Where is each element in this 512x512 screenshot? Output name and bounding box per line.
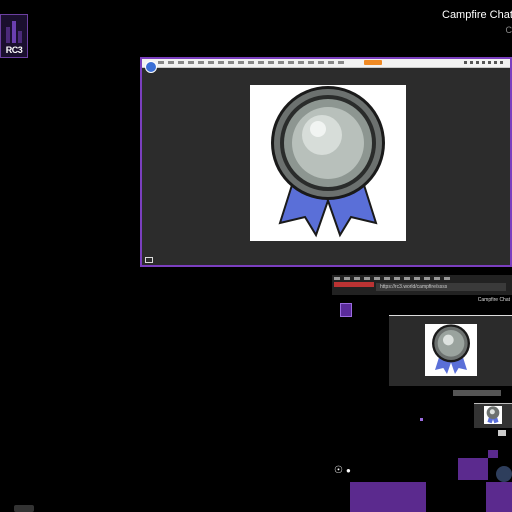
microphone-icon[interactable]: ●: [346, 466, 354, 475]
recursive-fragment: [420, 418, 423, 421]
window-menu-button[interactable]: [145, 61, 157, 73]
nested-browser-bar: https://rc3.world/campfire/ssss: [332, 275, 512, 295]
app-logo[interactable]: RC3: [0, 14, 28, 58]
browser-tab-strip: [158, 61, 348, 64]
recursive-fragment: [498, 430, 506, 436]
nested-menu-bar: [334, 277, 454, 280]
nested-medal-icon: [432, 324, 470, 374]
nested-app-logo: [340, 303, 352, 317]
avatar-tile: [350, 482, 426, 512]
room-title: Campfire Chat: [442, 9, 512, 21]
medal-badge-icon: [271, 86, 385, 238]
window-bottom-icon[interactable]: [145, 257, 153, 263]
nested-browser-bar-2: [453, 390, 501, 396]
avatar-tile: [486, 482, 512, 512]
nested-medal-image-2: [484, 406, 502, 424]
nested-url-field: https://rc3.world/campfire/ssss: [376, 283, 506, 291]
nested-shared-window: [389, 315, 512, 386]
shared-screen-window[interactable]: [140, 57, 512, 267]
round-action-button[interactable]: [496, 466, 512, 482]
nested-medal-icon-2: [486, 406, 500, 424]
medal-image: [250, 85, 406, 241]
logo-graphic-icon: [6, 21, 22, 43]
nested-room-title: Campfire Chat: [477, 297, 510, 303]
nested-active-tab: [334, 282, 374, 287]
room-subtitle: C: [505, 25, 512, 35]
nested-shared-window-2: [474, 403, 512, 428]
window-controls[interactable]: [464, 61, 504, 64]
recursive-fragment: [488, 450, 498, 458]
window-titlebar: [142, 59, 510, 68]
people-icon[interactable]: ☉: [334, 466, 344, 476]
nested-medal-image: [425, 324, 477, 376]
bottom-bar-button[interactable]: [14, 505, 34, 512]
logo-text: RC3: [5, 45, 23, 55]
notification-badge: [364, 60, 382, 65]
avatar-tile: [458, 458, 488, 480]
